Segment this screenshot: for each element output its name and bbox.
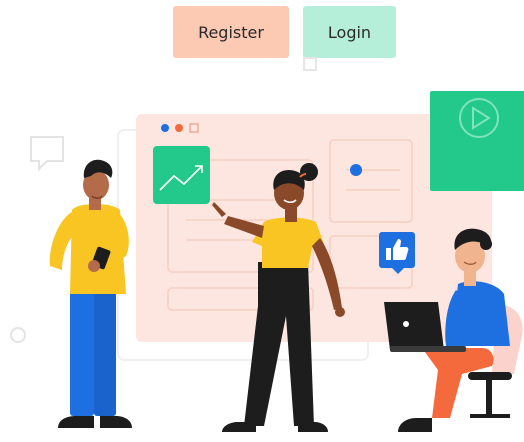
- slider-knob: [350, 164, 362, 176]
- person-left: [49, 159, 132, 428]
- trend-card: [153, 146, 210, 204]
- window-dot-blue: [161, 124, 169, 132]
- chat-bubble-icon: [30, 136, 64, 172]
- window-dot-orange: [175, 124, 183, 132]
- video-card: [430, 91, 524, 191]
- decor-square: [303, 57, 317, 71]
- decor-circle: [10, 327, 26, 343]
- hero-illustration: [10, 57, 524, 432]
